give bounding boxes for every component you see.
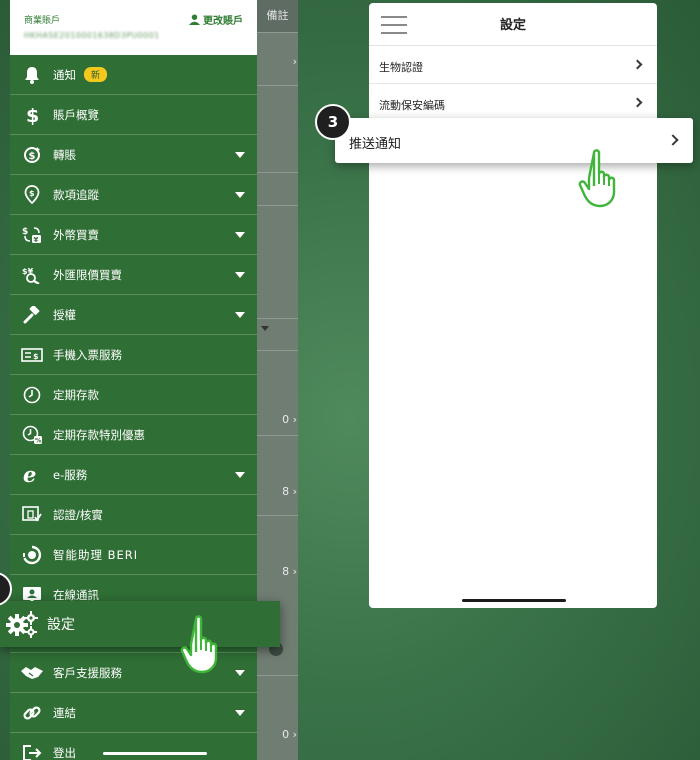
- biometric-authentication-row[interactable]: 生物認證: [369, 46, 657, 84]
- menu-item-account-overview[interactable]: $ 賬戶概覽: [10, 95, 257, 135]
- chevron-right-icon: [632, 97, 643, 108]
- svg-text:e: e: [23, 465, 36, 485]
- chevron-down-icon: [235, 192, 245, 198]
- chevron-right-icon: [632, 59, 643, 70]
- menu-item-smart-assistant-beri[interactable]: 智能助理 BERI: [10, 535, 257, 575]
- home-indicator: [462, 599, 566, 602]
- account-number: HKHASE2010001638D3PU0001: [24, 31, 160, 40]
- svg-text:$: $: [22, 227, 28, 237]
- menu-item-links[interactable]: 連結: [10, 693, 257, 733]
- transfer-icon: $: [10, 135, 53, 175]
- menu-item-logout[interactable]: 登出: [10, 733, 257, 760]
- step-3-marker: 3: [315, 104, 351, 140]
- row-value[interactable]: 0 ›: [257, 728, 297, 741]
- dollar-icon: $: [10, 95, 53, 135]
- account-type: 商業賬戶: [24, 16, 61, 26]
- svg-text:¥: ¥: [33, 236, 38, 244]
- row-value[interactable]: 8 ›: [257, 485, 297, 498]
- tracking-icon: $: [10, 175, 53, 215]
- user-icon: [189, 14, 200, 25]
- chevron-down-icon: [235, 472, 245, 478]
- chevron-down-icon: [235, 152, 245, 158]
- assistant-icon: [10, 535, 53, 575]
- chevron-down-icon: [235, 272, 245, 278]
- cheque-icon: $: [10, 335, 53, 375]
- push-notification-row-highlighted[interactable]: 推送通知: [335, 118, 693, 163]
- home-indicator: [103, 752, 207, 755]
- chevron-down-icon: [235, 710, 245, 716]
- e-icon: e: [10, 455, 53, 495]
- account-header: 商業賬戶 更改賬戶 HKHASE2010001638D3PU0001: [10, 0, 257, 55]
- verify-icon: [10, 495, 53, 535]
- menu-item-transfer[interactable]: $ 轉賬: [10, 135, 257, 175]
- chevron-right-icon: [667, 134, 679, 146]
- clock-offer-icon: %: [10, 415, 53, 455]
- chevron-down-icon: [235, 232, 245, 238]
- menu-item-fx-limit-order[interactable]: $¥ 外匯限價買賣: [10, 255, 257, 295]
- menu-item-payment-tracking[interactable]: $ 款項追蹤: [10, 175, 257, 215]
- remarks-column-header: 備註: [257, 0, 298, 32]
- gear-icon: [0, 610, 44, 638]
- new-badge: 新: [84, 67, 108, 82]
- svg-text:%: %: [35, 437, 42, 445]
- tap-hand-icon: [180, 615, 218, 674]
- menu-item-fx-trading[interactable]: $ ¥ 外幣買賣: [10, 215, 257, 255]
- clock-icon: [10, 375, 53, 415]
- menu-item-time-deposit-offer[interactable]: % 定期存款特別優惠: [10, 415, 257, 455]
- svg-text:$: $: [33, 352, 39, 361]
- svg-text:$: $: [28, 151, 35, 162]
- svg-text:$: $: [26, 105, 39, 125]
- bell-icon: [10, 55, 53, 95]
- menu-item-notifications[interactable]: 通知 新: [10, 55, 257, 95]
- link-icon: [10, 693, 53, 733]
- row-value[interactable]: 0 ›: [257, 413, 297, 426]
- sort-triangle-icon: [261, 326, 269, 331]
- svg-text:$: $: [29, 189, 35, 198]
- mobile-security-key-row[interactable]: 流動保安編碼: [369, 84, 657, 122]
- menu-item-verification[interactable]: 認證/核實: [10, 495, 257, 535]
- menu-item-mobile-cheque-deposit[interactable]: $ 手機入票服務: [10, 335, 257, 375]
- menu-item-time-deposit[interactable]: 定期存款: [10, 375, 257, 415]
- change-account-button[interactable]: 更改賬戶: [189, 12, 243, 27]
- row-chevron[interactable]: ›: [257, 55, 297, 68]
- menu-item-e-services[interactable]: e e-服務: [10, 455, 257, 495]
- menu-item-authorisation[interactable]: 授權: [10, 295, 257, 335]
- tap-hand-icon: [578, 149, 616, 208]
- gavel-icon: [10, 295, 53, 335]
- page-title: 設定: [499, 18, 526, 33]
- row-value[interactable]: 8 ›: [257, 565, 297, 578]
- limit-order-icon: $¥: [10, 255, 53, 295]
- chevron-down-icon: [235, 312, 245, 318]
- logout-icon: [10, 733, 53, 760]
- settings-header: 設定: [369, 3, 657, 46]
- chevron-down-icon: [235, 670, 245, 676]
- handshake-icon: [10, 653, 53, 693]
- currency-exchange-icon: $ ¥: [10, 215, 53, 255]
- settings-menu-item-highlighted[interactable]: 設定: [0, 601, 280, 647]
- right-phone-screen: 設定 生物認證 流動保安編碼: [369, 3, 657, 608]
